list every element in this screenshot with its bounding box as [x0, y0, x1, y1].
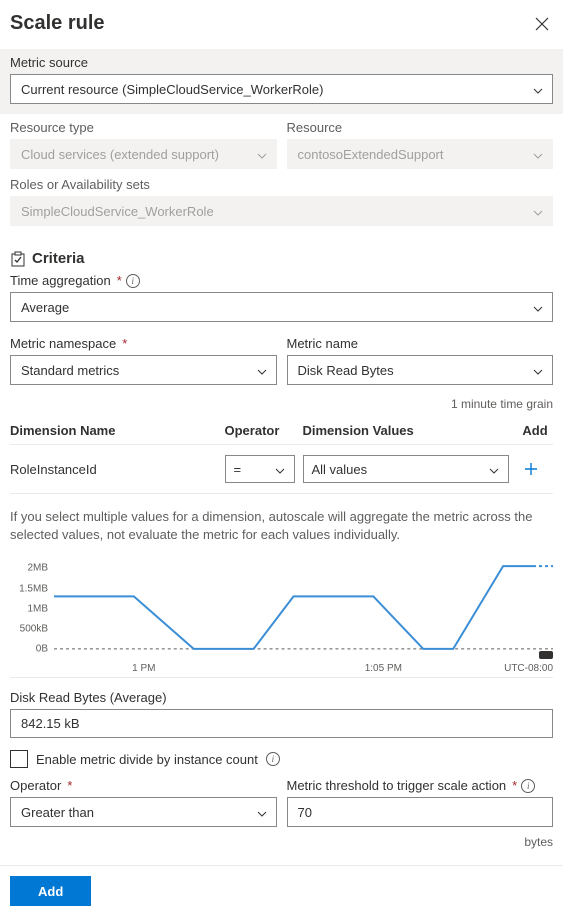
- resource-type-label: Resource type: [10, 120, 277, 135]
- dim-head-operator: Operator: [225, 423, 295, 438]
- chevron-down-icon: [257, 149, 267, 159]
- dim-head-name: Dimension Name: [10, 423, 217, 438]
- chevron-down-icon: [275, 464, 285, 474]
- threshold-unit: bytes: [0, 833, 563, 849]
- resource-type-select: Cloud services (extended support): [10, 139, 277, 169]
- chart-y-axis: 2MB 1.5MB 1MB 500kB 0B: [10, 558, 54, 659]
- metric-source-select[interactable]: Current resource (SimpleCloudService_Wor…: [10, 74, 553, 104]
- time-grain-text: 1 minute time grain: [0, 397, 563, 411]
- dimension-name: RoleInstanceId: [10, 462, 217, 477]
- metric-name-label: Metric name: [287, 336, 554, 351]
- divide-by-instance-label: Enable metric divide by instance count: [36, 752, 258, 767]
- metric-ns-value: Standard metrics: [21, 363, 119, 378]
- chevron-down-icon: [533, 84, 543, 94]
- criteria-icon: [10, 251, 26, 267]
- threshold-input[interactable]: [287, 797, 554, 827]
- chevron-down-icon: [533, 149, 543, 159]
- dimension-note: If you select multiple values for a dime…: [0, 500, 563, 558]
- dimension-operator-select[interactable]: =: [225, 455, 295, 483]
- resource-value: contosoExtendedSupport: [298, 147, 444, 162]
- metric-source-value: Current resource (SimpleCloudService_Wor…: [21, 82, 323, 97]
- roles-label: Roles or Availability sets: [10, 177, 553, 192]
- metric-chart: 2MB 1.5MB 1MB 500kB 0B 1 PM 1:05 PM UTC-…: [10, 558, 553, 678]
- chevron-down-icon: [533, 206, 543, 216]
- chart-x-axis: 1 PM 1:05 PM UTC-08:00: [54, 661, 553, 677]
- chevron-down-icon: [533, 302, 543, 312]
- info-icon[interactable]: i: [521, 779, 535, 793]
- dim-head-add: Add: [517, 423, 553, 438]
- resource-label: Resource: [287, 120, 554, 135]
- metric-value-box: 842.15 kB: [10, 709, 553, 738]
- info-icon[interactable]: i: [126, 274, 140, 288]
- add-dimension-button[interactable]: [517, 455, 545, 483]
- metric-name-select[interactable]: Disk Read Bytes: [287, 355, 554, 385]
- metric-name-value: Disk Read Bytes: [298, 363, 394, 378]
- panel-title: Scale rule: [10, 12, 105, 35]
- divide-by-instance-checkbox[interactable]: [10, 750, 28, 768]
- roles-select: SimpleCloudService_WorkerRole: [10, 196, 553, 226]
- resource-type-value: Cloud services (extended support): [21, 147, 219, 162]
- metric-value-label: Disk Read Bytes (Average): [0, 684, 563, 709]
- dimension-values-select[interactable]: All values: [303, 455, 510, 483]
- dimension-row: RoleInstanceId = All values: [10, 445, 553, 494]
- time-agg-value: Average: [21, 300, 69, 315]
- criteria-heading: Criteria: [32, 250, 85, 267]
- chevron-down-icon: [489, 464, 499, 474]
- divider: [0, 865, 563, 866]
- chart-live-indicator: [539, 651, 553, 659]
- chevron-down-icon: [257, 365, 267, 375]
- close-icon[interactable]: [535, 17, 549, 31]
- chevron-down-icon: [257, 807, 267, 817]
- operator-value: Greater than: [21, 805, 94, 820]
- add-button[interactable]: Add: [10, 876, 91, 906]
- operator-select[interactable]: Greater than: [10, 797, 277, 827]
- time-agg-label: Time aggregation* i: [10, 273, 553, 288]
- time-agg-select[interactable]: Average: [10, 292, 553, 322]
- metric-ns-select[interactable]: Standard metrics: [10, 355, 277, 385]
- resource-select: contosoExtendedSupport: [287, 139, 554, 169]
- dim-head-values: Dimension Values: [303, 423, 510, 438]
- info-icon[interactable]: i: [266, 752, 280, 766]
- operator-label: Operator*: [10, 778, 277, 793]
- threshold-label: Metric threshold to trigger scale action…: [287, 778, 554, 793]
- metric-ns-label: Metric namespace*: [10, 336, 277, 351]
- roles-value: SimpleCloudService_WorkerRole: [21, 204, 214, 219]
- metric-source-label: Metric source: [10, 55, 553, 70]
- chevron-down-icon: [533, 365, 543, 375]
